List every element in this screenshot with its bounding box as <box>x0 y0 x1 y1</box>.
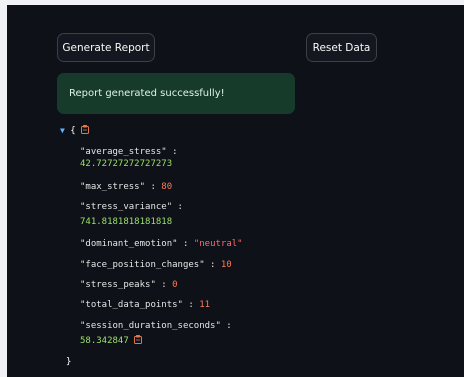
json-value: 741.8181818181818 <box>80 217 173 227</box>
success-alert: Report generated successfully! <box>57 73 295 114</box>
json-entry: "dominant_emotion" : "neutral" <box>80 239 243 249</box>
json-key: "total_data_points" <box>80 300 183 310</box>
json-value: 42.72727272727273 <box>80 159 173 169</box>
json-key: "stress_peaks" <box>80 280 156 290</box>
json-entry: "max_stress" : 80 <box>80 182 173 192</box>
json-key: "session_duration_seconds" <box>80 321 221 331</box>
json-key: "dominant_emotion" <box>80 239 178 249</box>
json-entry: "total_data_points" : 11 <box>80 300 211 310</box>
json-key: "average_stress" <box>80 147 167 157</box>
json-value: 10 <box>220 260 232 270</box>
json-entry: "stress_peaks" : 0 <box>80 280 178 290</box>
json-value: 80 <box>161 182 173 192</box>
clipboard-icon[interactable] <box>81 125 90 134</box>
json-value: 0 <box>172 280 178 290</box>
json-entry: "stress_variance" : <box>80 202 183 212</box>
json-key: "face_position_changes" <box>80 260 205 270</box>
json-entry: "face_position_changes" : 10 <box>80 260 232 270</box>
open-brace: { <box>70 126 76 136</box>
json-entry: "average_stress" : <box>80 147 178 157</box>
json-value: "neutral" <box>193 239 243 249</box>
json-key: "stress_variance" <box>80 202 173 212</box>
json-key: "max_stress" <box>80 182 146 192</box>
json-root-line: ▼ { <box>60 125 90 136</box>
json-value: 58.342847 <box>80 336 129 346</box>
json-value: 11 <box>199 300 211 310</box>
clipboard-icon[interactable] <box>134 335 143 344</box>
app-panel: Generate Report Reset Data Report genera… <box>7 5 464 377</box>
close-brace: } <box>66 357 72 367</box>
json-entry: "session_duration_seconds" : <box>80 321 232 331</box>
reset-data-button[interactable]: Reset Data <box>306 33 377 62</box>
collapse-toggle-icon[interactable]: ▼ <box>60 126 65 135</box>
generate-report-button[interactable]: Generate Report <box>57 33 155 62</box>
json-value-line: 58.342847 <box>80 335 143 346</box>
alert-message: Report generated successfully! <box>69 88 225 99</box>
